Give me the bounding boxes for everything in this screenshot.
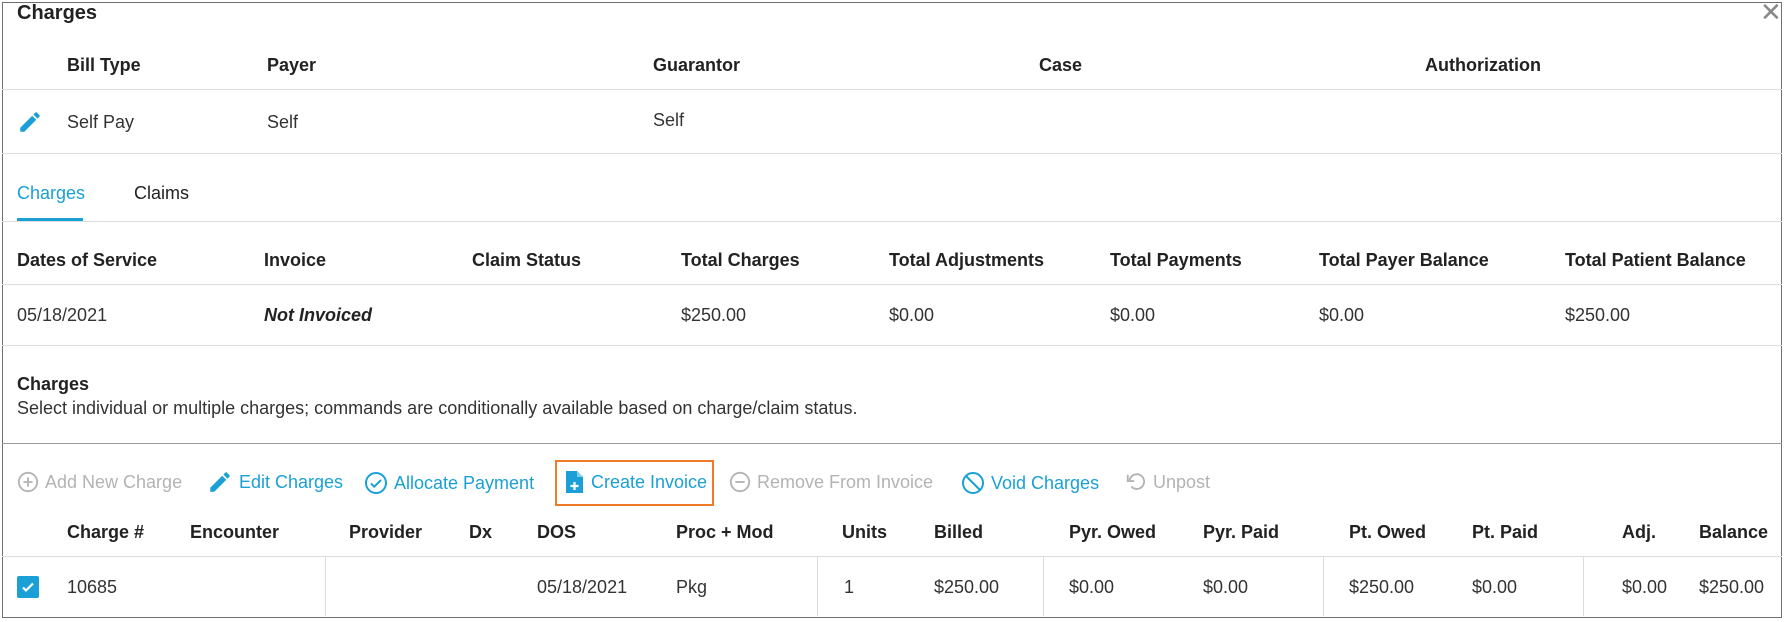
create-invoice-button[interactable]: Create Invoice <box>563 470 707 494</box>
col-bill-type: Bill Type <box>67 55 141 75</box>
unpost-button[interactable]: Unpost <box>1125 470 1210 494</box>
col-provider: Provider <box>349 522 423 542</box>
pencil-icon[interactable] <box>17 109 43 135</box>
dialog-title: Charges <box>17 2 98 24</box>
void-charges-label: Void Charges <box>991 472 1100 493</box>
col-total-payments: Total Payments <box>1110 250 1242 270</box>
col-units: Units <box>842 522 887 542</box>
units-cell: 1 <box>844 577 855 597</box>
edit-charges-button[interactable]: Edit Charges <box>207 469 343 495</box>
col-encounter: Encounter <box>190 522 280 542</box>
allocate-payment-label: Allocate Payment <box>394 472 535 493</box>
row-select-checkbox[interactable] <box>17 576 39 598</box>
minus-circle-icon <box>729 471 751 493</box>
dos-cell: 05/18/2021 <box>537 577 628 597</box>
billed-cell: $250.00 <box>934 577 1000 597</box>
void-charges-button[interactable]: Void Charges <box>961 471 1099 495</box>
col-total-adjustments: Total Adjustments <box>889 250 1045 270</box>
total-charges-value: $250.00 <box>681 305 747 325</box>
add-new-charge-label: Add New Charge <box>45 471 183 492</box>
check-circle-icon <box>364 471 388 495</box>
charges-section-subtitle: Select individual or multiple charges; c… <box>17 398 858 418</box>
total-payer-balance-value: $0.00 <box>1319 305 1365 325</box>
checkmark-icon <box>22 582 34 593</box>
col-charge-no: Charge # <box>67 522 145 542</box>
close-icon[interactable]: ✕ <box>1760 0 1782 25</box>
col-pyr-paid: Pyr. Paid <box>1203 522 1280 542</box>
allocate-payment-button[interactable]: Allocate Payment <box>364 471 534 495</box>
col-dates-of-service: Dates of Service <box>17 250 158 270</box>
col-case: Case <box>1039 55 1083 75</box>
unpost-label: Unpost <box>1153 471 1211 492</box>
col-billed: Billed <box>934 522 984 542</box>
tab-claims[interactable]: Claims <box>134 183 189 204</box>
edit-charges-label: Edit Charges <box>239 471 344 492</box>
undo-icon <box>1125 470 1147 494</box>
balance-cell: $250.00 <box>1699 577 1765 597</box>
proc-mod-cell: Pkg <box>676 577 708 597</box>
charge-no-cell: 10685 <box>67 577 118 597</box>
pyr-owed-cell: $0.00 <box>1069 577 1115 597</box>
col-claim-status: Claim Status <box>472 250 582 270</box>
remove-from-invoice-label: Remove From Invoice <box>757 471 934 492</box>
col-proc-mod: Proc + Mod <box>676 522 774 542</box>
col-adj: Adj. <box>1622 522 1656 542</box>
charges-section-title: Charges <box>17 374 90 394</box>
pencil-icon <box>207 469 233 495</box>
tab-charges[interactable]: Charges <box>17 183 85 204</box>
total-patient-balance-value: $250.00 <box>1565 305 1631 325</box>
col-payer: Payer <box>267 55 317 75</box>
col-balance: Balance <box>1699 522 1769 542</box>
col-pt-owed: Pt. Owed <box>1349 522 1427 542</box>
adj-cell: $0.00 <box>1622 577 1668 597</box>
create-invoice-label: Create Invoice <box>591 471 708 492</box>
total-payments-value: $0.00 <box>1110 305 1156 325</box>
pt-owed-cell: $250.00 <box>1349 577 1415 597</box>
invoice-add-icon <box>563 470 585 494</box>
void-icon <box>961 471 985 495</box>
col-total-payer-balance: Total Payer Balance <box>1319 250 1489 270</box>
plus-circle-icon <box>17 471 39 493</box>
dates-of-service-value: 05/18/2021 <box>17 305 108 325</box>
col-guarantor: Guarantor <box>653 55 741 75</box>
add-new-charge-button[interactable]: Add New Charge <box>17 471 182 493</box>
col-dos: DOS <box>537 522 577 542</box>
payer-value: Self <box>267 112 299 132</box>
remove-from-invoice-button[interactable]: Remove From Invoice <box>729 471 933 493</box>
bill-type-value: Self Pay <box>67 112 135 132</box>
pyr-paid-cell: $0.00 <box>1203 577 1249 597</box>
col-authorization: Authorization <box>1425 55 1541 75</box>
invoice-status-value: Not Invoiced <box>264 305 373 325</box>
col-total-charges: Total Charges <box>681 250 800 270</box>
col-total-patient-balance: Total Patient Balance <box>1565 250 1746 270</box>
pt-paid-cell: $0.00 <box>1472 577 1518 597</box>
col-invoice: Invoice <box>264 250 327 270</box>
total-adjustments-value: $0.00 <box>889 305 935 325</box>
guarantor-value: Self <box>653 110 685 130</box>
col-pyr-owed: Pyr. Owed <box>1069 522 1157 542</box>
col-dx: Dx <box>469 522 493 542</box>
col-pt-paid: Pt. Paid <box>1472 522 1539 542</box>
